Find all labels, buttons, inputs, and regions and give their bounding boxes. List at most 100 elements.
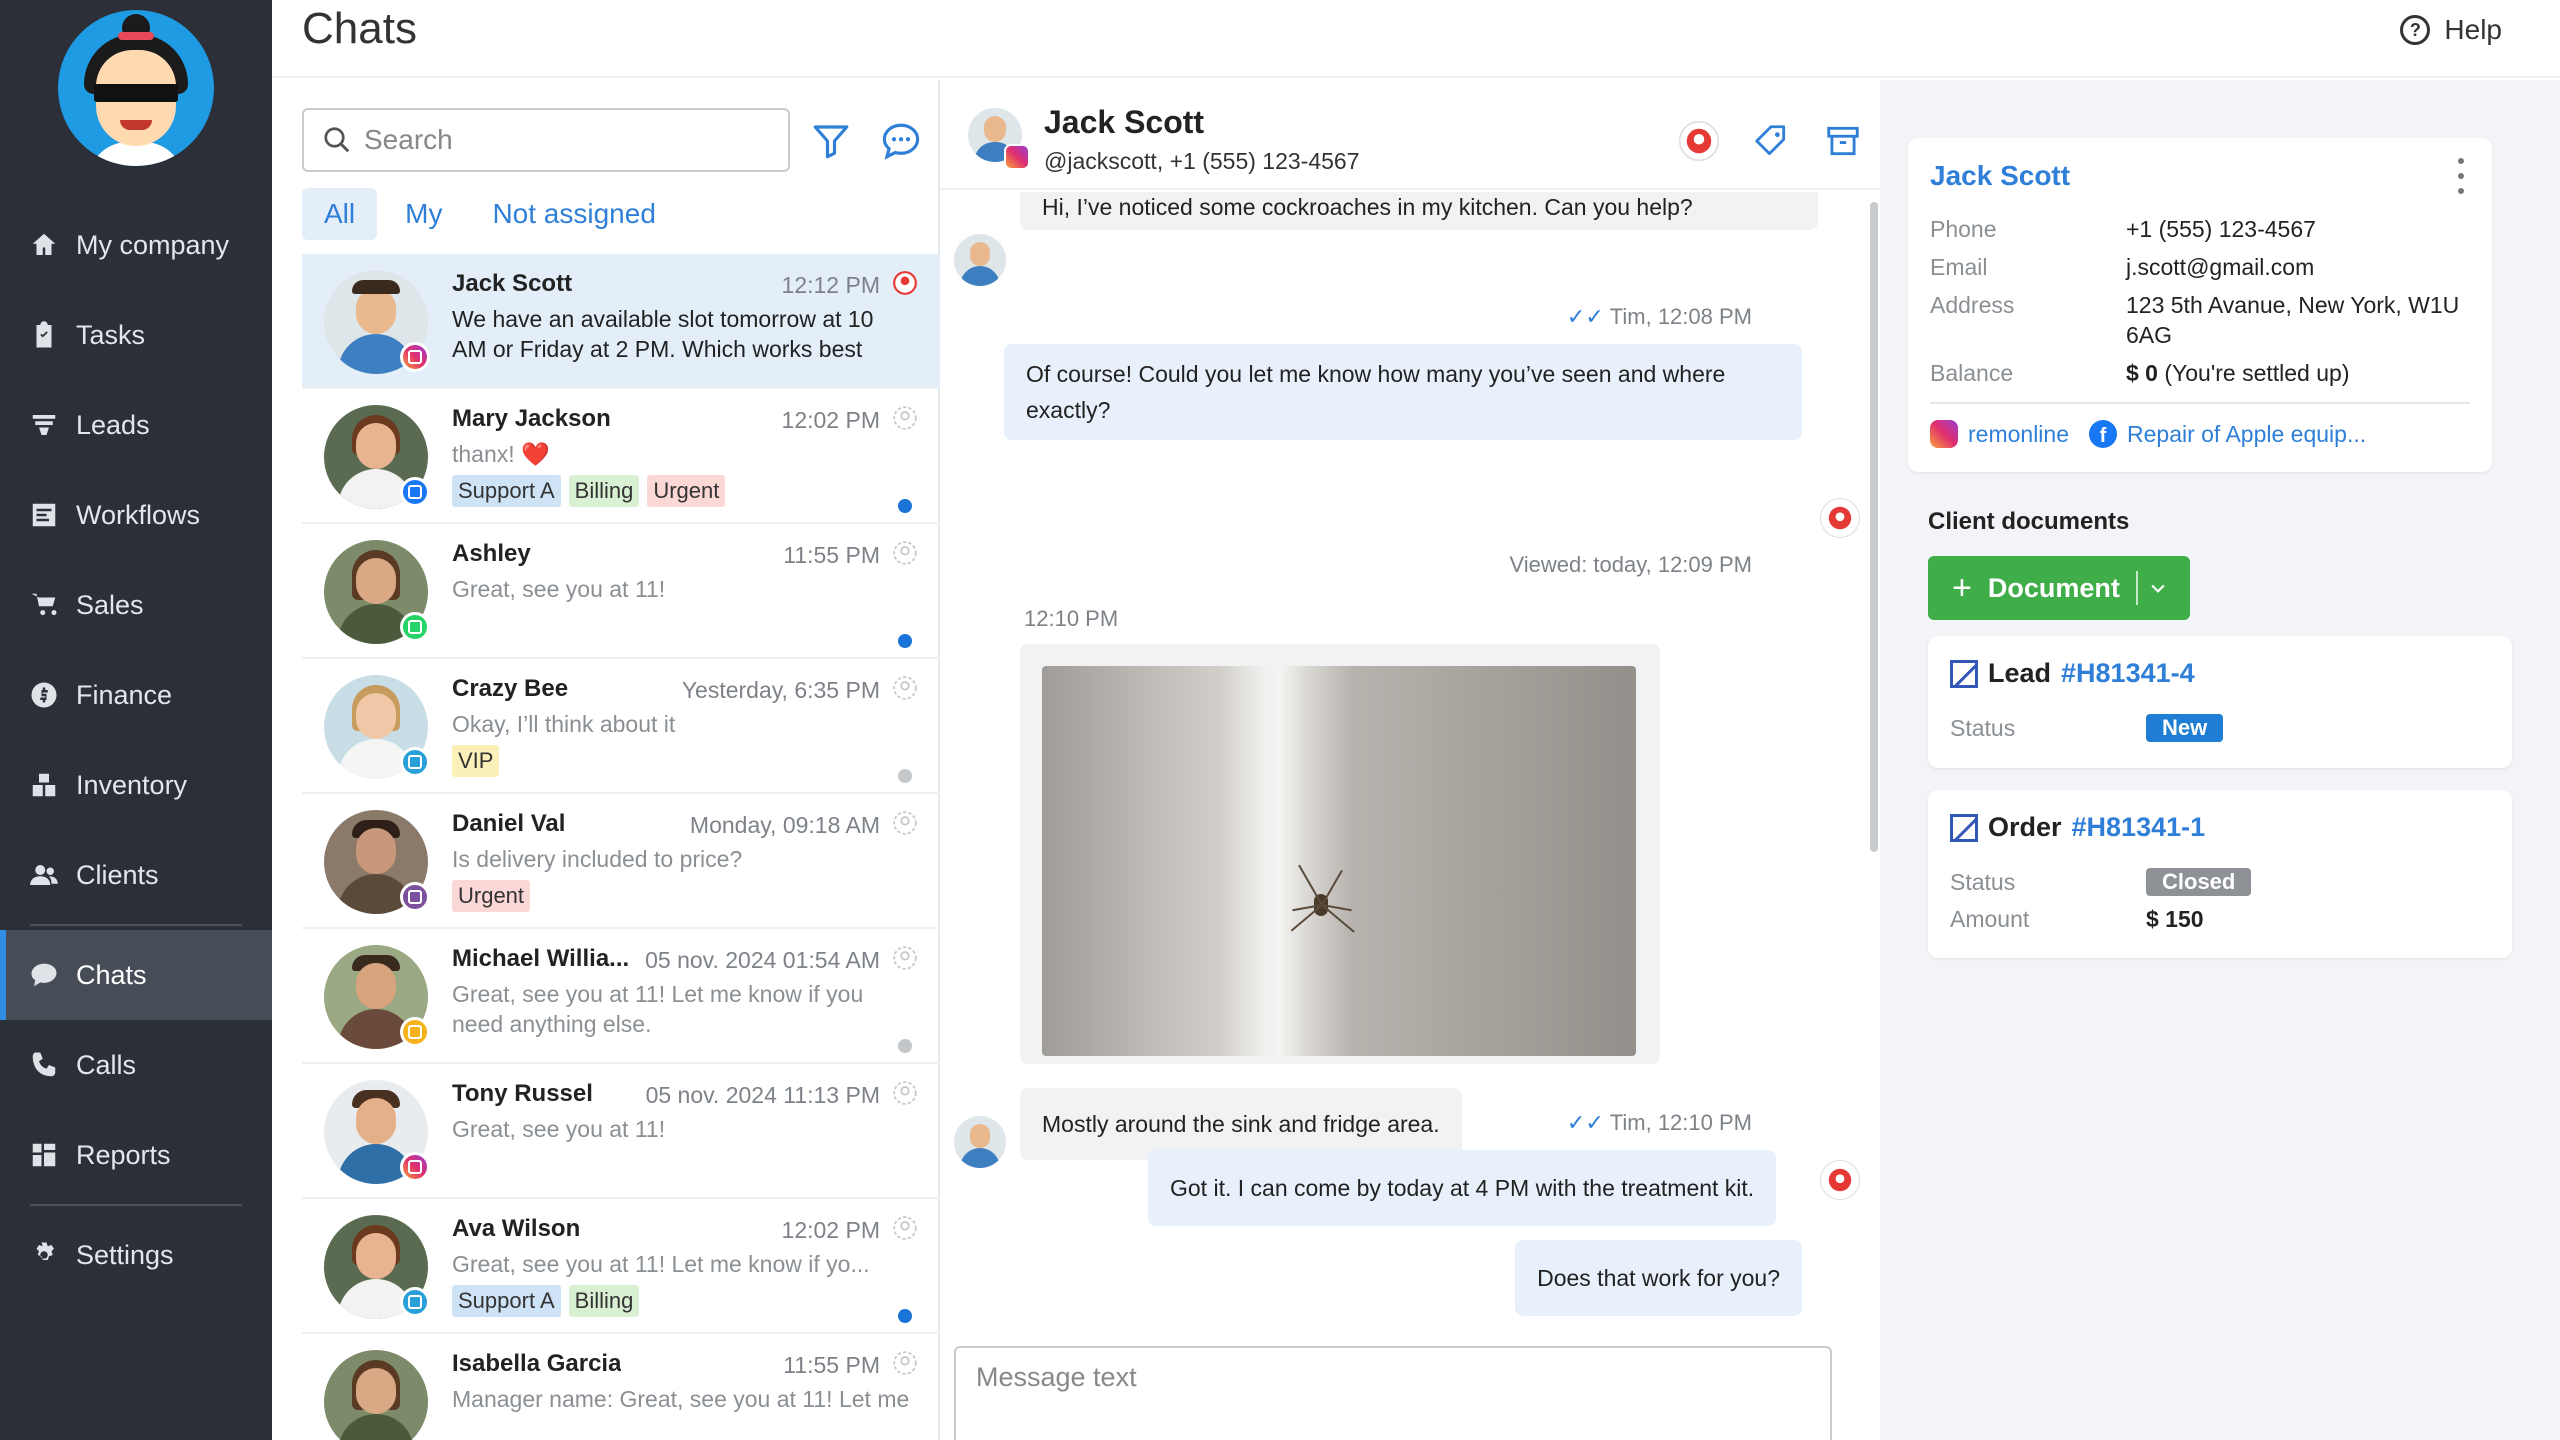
attached-photo[interactable] [1042, 666, 1636, 1056]
chat-row[interactable]: Crazy Bee Yesterday, 6:35 PM Okay, I’ll … [302, 659, 940, 794]
chat-row[interactable]: Tony Russel 05 nov. 2024 11:13 PM Great,… [302, 1064, 940, 1199]
search-icon [324, 127, 350, 153]
chat-row[interactable]: Michael Willia... 05 nov. 2024 01:54 AM … [302, 929, 940, 1064]
client-phone: Phone +1 (555) 123-4567 [1930, 216, 2316, 242]
sidebar-item-clients[interactable]: Clients [0, 830, 272, 920]
chat-row[interactable]: Ava Wilson 12:02 PM Great, see you at 11… [302, 1199, 940, 1334]
chevron-down-icon[interactable] [2148, 578, 2168, 598]
unread-dot [898, 499, 912, 513]
unassigned-icon [893, 946, 917, 970]
sidebar-item-tasks[interactable]: Tasks [0, 290, 272, 380]
sidebar-item-label: Inventory [76, 769, 188, 800]
chat-preview: thanx! ❤️ [452, 441, 550, 467]
instagram-icon [400, 342, 430, 372]
lead-number[interactable]: #H81341-4 [2061, 658, 2195, 689]
user-avatar[interactable] [58, 10, 214, 166]
contact-name[interactable]: Jack Scott [1044, 104, 1204, 141]
help-label: Help [2444, 14, 2502, 45]
chat-list-panel: All My Not assigned Jack Scott 12:12 PM … [272, 80, 940, 1440]
agent-avatar-icon [1678, 120, 1720, 162]
tab-all[interactable]: All [302, 188, 378, 240]
tab-my[interactable]: My [383, 188, 464, 240]
message-input[interactable] [976, 1362, 1796, 1402]
unassigned-icon [893, 406, 917, 430]
assign-agent-button[interactable] [1678, 120, 1720, 162]
unassigned-icon [893, 1351, 917, 1375]
search-box [302, 108, 790, 172]
order-number[interactable]: #H81341-1 [2072, 812, 2206, 843]
unread-dot [898, 634, 912, 648]
message-time: 12:10 PM [1024, 606, 1119, 631]
new-chat-button[interactable] [880, 120, 922, 162]
double-check-icon: ✓✓ [1566, 304, 1604, 329]
sidebar-item-label: Sales [76, 589, 144, 620]
help-button[interactable]: ? Help [2400, 14, 2502, 46]
sidebar-item-inventory[interactable]: Inventory [0, 740, 272, 830]
sidebar-item-leads[interactable]: Leads [0, 380, 272, 470]
chat-row[interactable]: Daniel Val Monday, 09:18 AM Is delivery … [302, 794, 940, 929]
question-icon: ? [2400, 15, 2431, 45]
tag: Urgent [452, 880, 531, 912]
filter-icon [813, 125, 849, 159]
sidebar-item-label: Reports [76, 1139, 171, 1170]
status-badge: Closed [2146, 868, 2252, 896]
telegram-icon [400, 1287, 430, 1317]
image-message[interactable] [1020, 644, 1660, 1064]
unassigned-icon [893, 541, 917, 565]
chat-time: Monday, 09:18 AM [689, 812, 880, 838]
sidebar-item-my-company[interactable]: My company [0, 200, 272, 290]
client-email: Email j.scott@gmail.com [1930, 254, 2315, 280]
home-icon [28, 229, 60, 261]
clipboard-icon [28, 319, 60, 351]
sidebar-item-reports[interactable]: Reports [0, 1110, 272, 1200]
instagram-link[interactable]: remonline [1930, 420, 2069, 448]
viber-icon [400, 882, 430, 912]
unassigned-icon [893, 1081, 917, 1105]
chat-name: Crazy Bee [452, 675, 569, 702]
scrollbar[interactable] [1870, 202, 1878, 852]
cart-icon [28, 589, 60, 621]
sidebar-item-sales[interactable]: Sales [0, 560, 272, 650]
client-panel: Jack Scott Phone +1 (555) 123-4567 Email j… [1880, 80, 2560, 1440]
tag-icon [1755, 125, 1786, 156]
lead-card[interactable]: Lead #H81341-4 Status New [1928, 636, 2512, 768]
message-outgoing: Of course! Could you let me know how man… [1004, 344, 1802, 440]
more-options-icon[interactable] [2456, 158, 2466, 194]
sidebar-item-workflows[interactable]: Workflows [0, 470, 272, 560]
chat-name: Mary Jackson [452, 405, 611, 432]
telegram-icon [400, 747, 430, 777]
chat-row[interactable]: Ashley 11:55 PM Great, see you at 11! [302, 524, 940, 659]
status-badge: New [2146, 714, 2224, 742]
chat-name: Michael Willia... [452, 945, 630, 972]
facebook-link[interactable]: f Repair of Apple equip... [2089, 420, 2366, 448]
nav-divider [30, 1204, 242, 1206]
tab-not-assigned[interactable]: Not assigned [470, 188, 677, 240]
whatsapp-icon [400, 612, 430, 642]
sidebar-item-settings[interactable]: Settings [0, 1210, 272, 1300]
sidebar-item-label: My company [76, 229, 230, 260]
tag: VIP [452, 745, 500, 777]
chat-row[interactable]: Isabella Garcia 11:55 PM Manager name: G… [302, 1334, 940, 1440]
message-meta: ✓✓ Tim, 12:08 PM [1566, 304, 1752, 329]
client-documents-title: Client documents [1928, 508, 2130, 535]
sidebar-item-calls[interactable]: Calls [0, 1020, 272, 1110]
messenger-icon [400, 1017, 430, 1047]
sidebar-item-finance[interactable]: Finance [0, 650, 272, 740]
chat-row[interactable]: Jack Scott 12:12 PM We have an available… [302, 254, 940, 389]
client-name[interactable]: Jack Scott [1930, 160, 2070, 192]
search-input[interactable] [364, 124, 764, 156]
sidebar-item-chats[interactable]: Chats [0, 930, 272, 1020]
order-card[interactable]: Order #H81341-1 Status Closed Amount $ 15… [1928, 790, 2512, 958]
chat-row[interactable]: Mary Jackson 12:02 PM thanx! ❤️ Support … [302, 389, 940, 524]
chat-name: Jack Scott [452, 270, 573, 297]
chat-tags: Support A Billing Urgent [452, 475, 733, 507]
chat-time: 12:02 PM [781, 1217, 880, 1243]
filter-button[interactable] [810, 120, 852, 162]
plus-icon: + [1952, 568, 1972, 607]
chat-preview: Is delivery included to price? [452, 846, 743, 872]
tag-button[interactable] [1750, 120, 1792, 162]
reports-icon [28, 1139, 60, 1171]
unassigned-icon [893, 811, 917, 835]
add-document-button[interactable]: + Document [1928, 556, 2190, 620]
archive-button[interactable] [1822, 120, 1864, 162]
